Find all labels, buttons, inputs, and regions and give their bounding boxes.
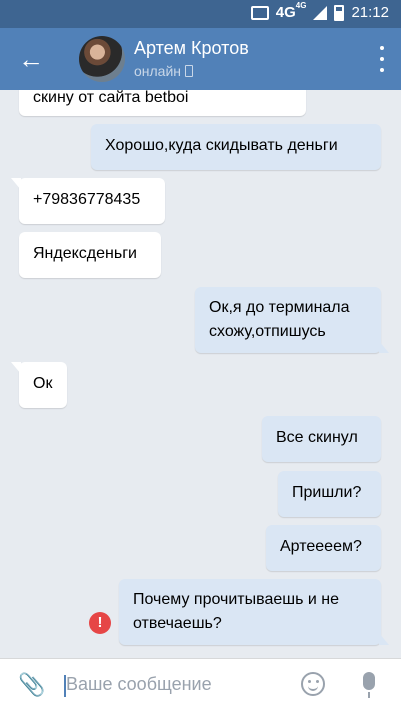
message-outgoing[interactable]: Хорошо,куда скидывать деньги xyxy=(91,124,381,170)
send-error-icon[interactable]: ! xyxy=(89,612,111,634)
message-outgoing[interactable]: Артеееем? xyxy=(266,525,381,571)
avatar[interactable] xyxy=(79,36,125,82)
microphone-icon[interactable] xyxy=(363,672,375,698)
presence-status: онлайн xyxy=(134,63,194,79)
chat-header: ← Артем Кротов онлайн xyxy=(0,28,401,90)
clock: 21:12 xyxy=(351,4,389,21)
message-outgoing[interactable]: Почему прочитываешь и не отвечаешь? xyxy=(119,579,389,645)
contact-name[interactable]: Артем Кротов xyxy=(134,38,249,59)
signal-icon xyxy=(313,5,328,20)
back-arrow-icon[interactable]: ← xyxy=(14,42,48,76)
status-bar: 4G4G 21:12 xyxy=(0,0,401,28)
message-input[interactable]: Ваше сообщение xyxy=(66,674,212,695)
message-incoming[interactable]: Ок xyxy=(11,362,67,408)
emoji-icon[interactable] xyxy=(301,672,325,696)
network-type: 4G4G xyxy=(275,1,307,21)
attach-icon[interactable]: 📎 xyxy=(18,673,45,697)
more-options-icon[interactable] xyxy=(377,46,387,72)
presence-label: онлайн xyxy=(134,63,182,79)
message-incoming[interactable]: Яндексденьги xyxy=(19,232,161,278)
message-list[interactable]: скину от сайта betboi Хорошо,куда скидыв… xyxy=(0,90,401,658)
mobile-phone-icon xyxy=(185,65,194,77)
message-outgoing[interactable]: Ок,я до терминала схожу,отпишусь xyxy=(195,287,389,353)
message-outgoing[interactable]: Пришли? xyxy=(278,471,381,517)
battery-icon xyxy=(334,4,345,21)
message-incoming[interactable]: скину от сайта betboi xyxy=(19,90,306,116)
message-incoming[interactable]: +79836778435 xyxy=(11,178,165,224)
message-outgoing[interactable]: Все скинул xyxy=(262,416,381,462)
composer: 📎 Ваше сообщение xyxy=(0,658,401,710)
vibrate-icon xyxy=(250,5,269,20)
